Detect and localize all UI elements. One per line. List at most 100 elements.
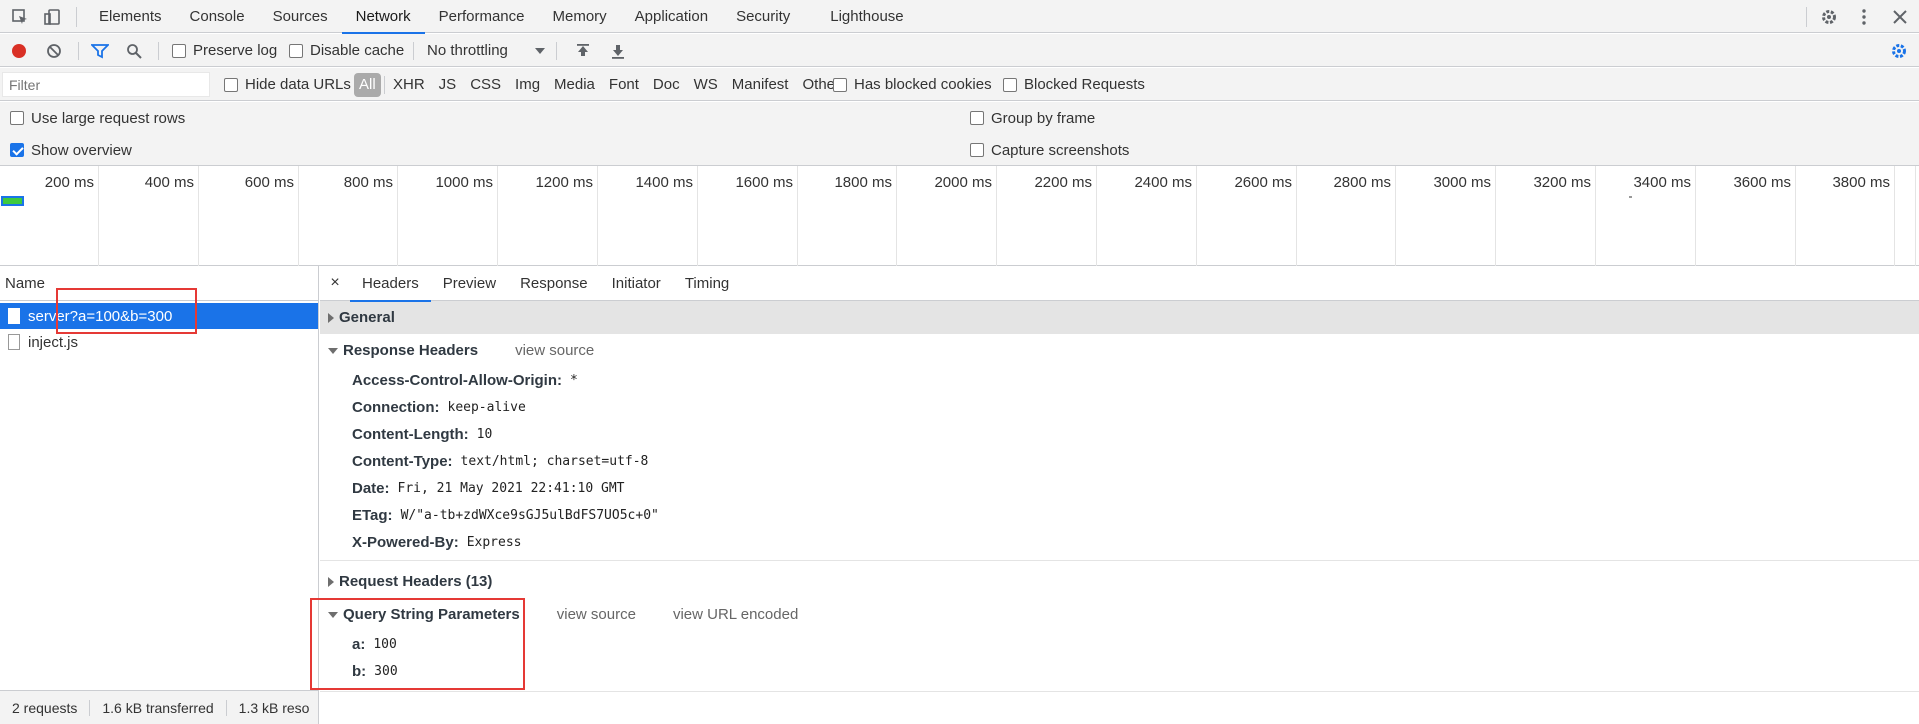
timeline-tick-label: 2000 ms (934, 174, 992, 191)
tab-sources[interactable]: Sources (259, 0, 342, 33)
filter-input[interactable] (2, 72, 210, 97)
more-options-icon[interactable] (1852, 5, 1876, 29)
type-filter-img[interactable]: Img (508, 73, 547, 97)
checkbox-box[interactable] (172, 43, 186, 58)
settings-gear-icon[interactable] (1817, 5, 1841, 29)
device-toolbar-icon[interactable] (40, 5, 64, 29)
timeline-tick-label: 1800 ms (834, 174, 892, 191)
checkbox-box[interactable] (10, 111, 24, 125)
type-filter-font[interactable]: Font (602, 73, 646, 97)
preserve-log-label: Preserve log (193, 42, 278, 59)
preserve-log-checkbox[interactable]: Preserve log (172, 34, 277, 67)
timeline-gridline (797, 166, 798, 266)
timeline-tick-label: 3400 ms (1633, 174, 1691, 191)
tab-application[interactable]: Application (621, 0, 722, 33)
tab-memory[interactable]: Memory (539, 0, 621, 33)
tab-preview[interactable]: Preview (431, 266, 508, 301)
clear-icon[interactable] (46, 34, 62, 67)
timeline-overview[interactable]: 200 ms 400 ms 600 ms 800 ms 1000 ms 1200 ms 14… (0, 166, 1919, 266)
tab-timing[interactable]: Timing (673, 266, 741, 301)
import-har-icon[interactable] (576, 34, 590, 67)
request-headers-section-header[interactable]: Request Headers (13) (320, 565, 1919, 598)
group-by-frame-checkbox[interactable]: Group by frame (970, 107, 1095, 129)
query-params-section-header[interactable]: Query String Parameters view source view… (320, 598, 1919, 631)
timeline-gridline (98, 166, 99, 266)
tab-elements[interactable]: Elements (85, 0, 176, 33)
expand-arrow-icon (328, 312, 334, 323)
type-filter-ws[interactable]: WS (687, 73, 725, 97)
header-row: ETag: W/"a-tb+zdWXce9sGJ5ulBdFS7UO5c+0" (320, 502, 1919, 529)
timeline-gridline (497, 166, 498, 266)
checkbox-box[interactable] (970, 143, 984, 157)
timeline-gridline (1495, 166, 1496, 266)
tab-headers[interactable]: Headers (350, 266, 431, 302)
has-blocked-cookies-checkbox[interactable]: Has blocked cookies (833, 68, 992, 101)
blocked-requests-checkbox[interactable]: Blocked Requests (1003, 68, 1145, 101)
header-row: Date: Fri, 21 May 2021 22:41:10 GMT (320, 475, 1919, 502)
tab-response[interactable]: Response (508, 266, 600, 301)
type-filter-css[interactable]: CSS (463, 73, 508, 97)
checkbox-box[interactable] (289, 43, 303, 58)
type-filter-js[interactable]: JS (432, 73, 464, 97)
header-value: Express (466, 535, 522, 550)
checkbox-box[interactable] (224, 77, 238, 92)
header-name: ETag: (352, 507, 393, 524)
request-details-pane: × Headers Preview Response Initiator Tim… (320, 266, 1919, 724)
overview-request-bar (1, 196, 24, 206)
capture-screenshots-label: Capture screenshots (991, 141, 1130, 159)
header-value: text/html; charset=utf-8 (460, 454, 649, 469)
network-settings-gear-icon[interactable] (1890, 34, 1908, 67)
checkbox-box[interactable] (10, 143, 24, 157)
query-params-list: a: 100 b: 300 (320, 631, 1919, 685)
request-name-highlight-box (56, 288, 197, 334)
show-overview-checkbox[interactable]: Show overview (10, 139, 132, 161)
capture-screenshots-checkbox[interactable]: Capture screenshots (970, 139, 1129, 161)
view-source-link[interactable]: view source (515, 342, 594, 359)
checkbox-box[interactable] (1003, 77, 1017, 92)
group-by-frame-label: Group by frame (991, 109, 1096, 127)
large-rows-checkbox[interactable]: Use large request rows (10, 107, 185, 129)
tab-initiator[interactable]: Initiator (600, 266, 673, 301)
param-row: a: 100 (320, 631, 1919, 658)
view-url-encoded-link[interactable]: view URL encoded (673, 606, 798, 623)
filter-icon[interactable] (91, 34, 109, 67)
disable-cache-checkbox[interactable]: Disable cache (289, 34, 404, 67)
show-overview-label: Show overview (31, 141, 132, 159)
inspect-element-icon[interactable] (8, 5, 32, 29)
tab-lighthouse[interactable]: Lighthouse (816, 0, 917, 33)
type-filter-manifest[interactable]: Manifest (725, 73, 796, 97)
query-params-highlight-box (310, 598, 525, 690)
response-headers-section-header[interactable]: Response Headers view source (320, 334, 1919, 367)
record-button[interactable] (10, 34, 28, 67)
timeline-gridline (1096, 166, 1097, 266)
type-filter-doc[interactable]: Doc (646, 73, 687, 97)
close-devtools-icon[interactable] (1888, 5, 1912, 29)
type-filter-xhr[interactable]: XHR (386, 73, 432, 97)
tab-performance[interactable]: Performance (425, 0, 539, 33)
type-filter-all[interactable]: All (354, 68, 381, 101)
general-section-header[interactable]: General (320, 301, 1919, 334)
hide-data-urls-checkbox[interactable]: Hide data URLs (224, 68, 351, 101)
checkbox-box[interactable] (833, 77, 847, 92)
throttling-select[interactable]: No throttling (427, 34, 545, 67)
header-name: Connection: (352, 399, 440, 416)
checkbox-box[interactable] (970, 111, 984, 125)
type-filter-media[interactable]: Media (547, 73, 602, 97)
header-value: 10 (476, 427, 493, 442)
tab-security[interactable]: Security (722, 0, 804, 33)
toolbar-divider (158, 42, 159, 60)
timeline-gridline (996, 166, 997, 266)
search-icon[interactable] (126, 34, 142, 67)
tab-network[interactable]: Network (341, 0, 425, 34)
export-har-icon[interactable] (611, 34, 625, 67)
details-tabs: × Headers Preview Response Initiator Tim… (320, 266, 1919, 302)
close-icon[interactable]: × (320, 274, 350, 292)
view-source-link[interactable]: view source (557, 606, 636, 623)
toolbar-divider (413, 42, 414, 60)
tab-console[interactable]: Console (176, 0, 259, 33)
devtools-tabbar: Elements Console Sources Network Perform… (0, 0, 1919, 34)
type-filters: XHR JS CSS Img Media Font Doc WS Manifes… (386, 68, 847, 101)
panel-tabs: Elements Console Sources Network Perform… (85, 0, 918, 34)
timeline-gridline (1595, 166, 1596, 266)
type-filter-all-label: All (354, 72, 381, 97)
